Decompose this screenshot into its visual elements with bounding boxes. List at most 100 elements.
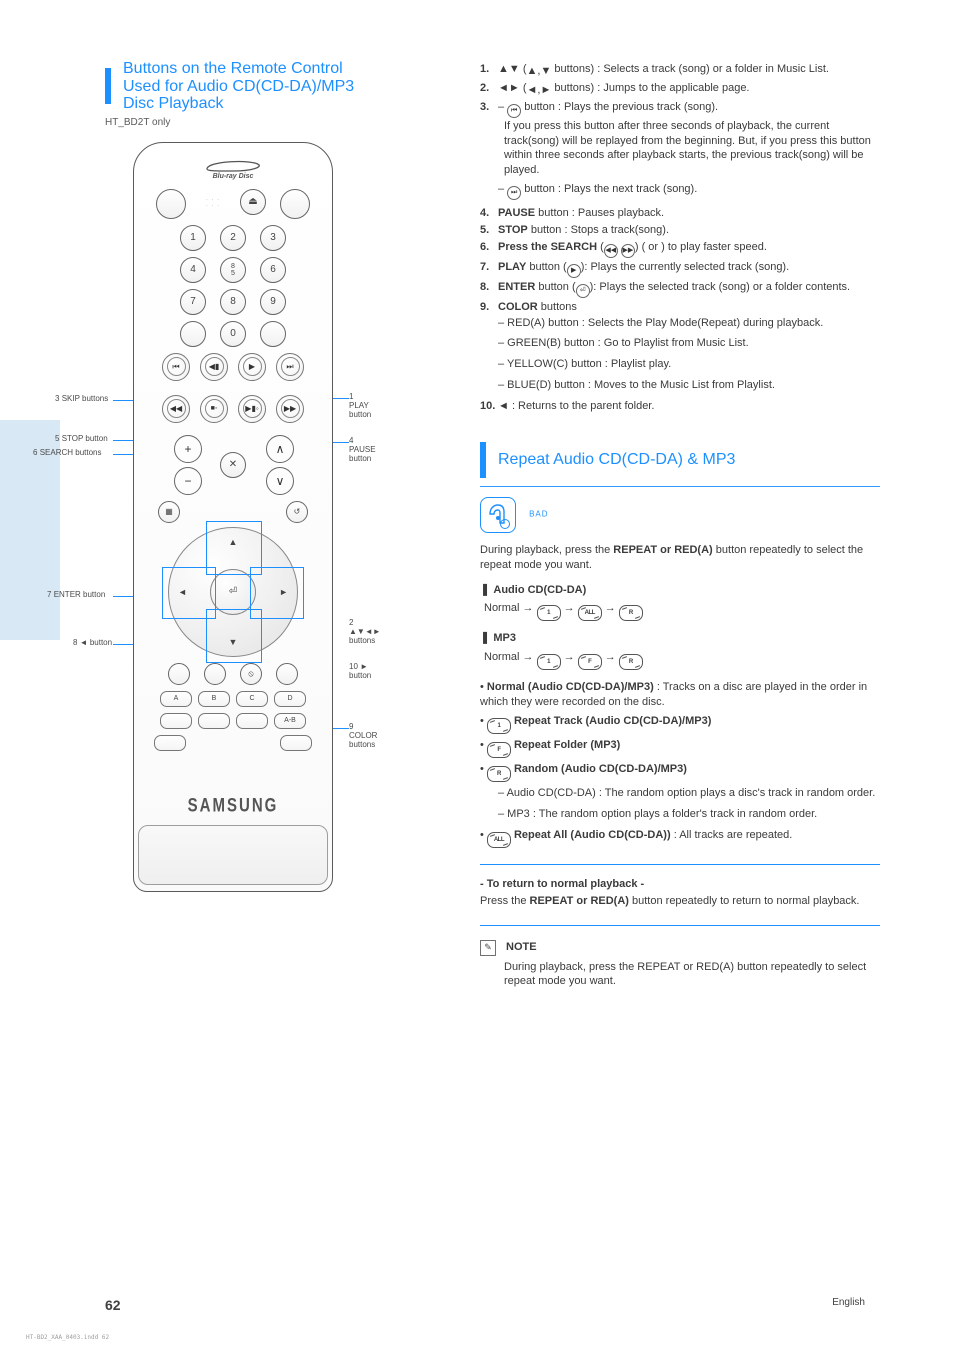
callout-stop-text: STOP button [62,434,108,443]
blue-d-button[interactable]: D [274,691,306,707]
menu-d-button[interactable] [276,663,298,685]
eject-button[interactable]: ⏏ [240,189,266,215]
keypad-6[interactable]: 6 [260,257,286,283]
vol-up-button[interactable]: + [174,435,202,463]
ch-down-button[interactable]: ∨ [266,467,294,495]
callout-play: 1 PLAY button [349,392,371,419]
corner-code: HT-BD2_XAA_0403.indd 62 [26,1334,109,1341]
extra-pill-1[interactable] [160,713,192,729]
color-button-row: A B C D [134,691,332,707]
keypad-1[interactable]: 1 [180,225,206,251]
menu-a-button[interactable] [168,663,190,685]
return-button[interactable]: ↺ [286,501,308,523]
dpad-group: ▲ ▼ ◄ ► ⏎ [168,527,298,657]
callout-color-num: 9 [349,722,353,731]
green-b-button[interactable]: B [198,691,230,707]
step9-txt: buttons [538,301,577,313]
brand-label: SAMSUNG [134,794,332,816]
step-back-button[interactable]: ◀▮ [200,353,228,381]
repeat-track-icon: 1 [537,605,561,621]
skip-prev-icon: ⏮ [507,104,521,118]
left-heading-line2: Used for Audio CD(CD-DA)/MP3 [123,78,354,95]
pause-button[interactable]: ▶▮◦ [238,395,266,423]
left-subheading: HT_BD2T only [105,117,365,128]
right-column: 1. ▲▼ (▲,▼ buttons) : Selects a track (s… [480,60,880,989]
left-column: Buttons on the Remote Control Used for A… [105,60,365,892]
step6-kw: Press the SEARCH [498,241,597,253]
callout-stop-num: 5 [55,434,59,443]
step9-green: – GREEN(B) button : Go to Playlist from … [498,336,880,351]
step1-num: 1. [480,62,498,79]
aux-button[interactable] [280,189,310,219]
extra-pill-3[interactable] [236,713,268,729]
return-line2b: button repeatedly to return to normal pl… [632,895,859,907]
blank-button-2[interactable] [260,321,286,347]
step10-num: 10. [480,399,498,414]
extra-pill-4[interactable] [154,735,186,751]
menu-c-button[interactable]: ⦸ [240,663,262,685]
extra-pill-2[interactable] [198,713,230,729]
keypad-0[interactable]: 0 [220,321,246,347]
callout-dirs: 2 ▲▼◄► buttons [349,618,381,645]
mp3-sequence: Normal → 1 → F → R [484,650,880,670]
ab-button[interactable]: A-B [274,713,306,729]
step10-kw: ◄ [498,400,509,412]
step3-btn2: button : Plays the next track (song). [521,183,697,195]
callout-dirs-num: 2 [349,618,353,627]
rep-random-cd: – Audio CD(CD-DA) : The random option pl… [498,786,880,801]
step7-kw: PLAY [498,261,526,273]
callout-skip-num: 3 [55,394,59,403]
step6-num: 6. [480,240,498,258]
ch-up-button[interactable]: ∧ [266,435,294,463]
keypad-5[interactable]: 85 [220,257,246,283]
step2-num: 2. [480,81,498,98]
remote-control: Blu-ray Disc · · ·· · · ⏏ 123 4856 789 0… [133,142,333,892]
power-button[interactable] [156,189,186,219]
left-heading-line3: Disc Playback [123,95,223,112]
step5-kw: STOP [498,224,528,236]
callout-search: 6 SEARCH buttons [33,448,102,457]
note-header: ✎ NOTE [480,940,880,956]
disc-badge [480,497,516,533]
red-a-button[interactable]: A [160,691,192,707]
menu-b-button[interactable] [204,663,226,685]
keypad-7[interactable]: 7 [180,289,206,315]
mute-button[interactable]: ✕ [220,452,246,478]
stop-button[interactable]: ■◦ [200,395,228,423]
vol-down-button[interactable]: − [174,467,202,495]
search-fwd-button[interactable]: ▶▶ [276,395,304,423]
rep-all-icon: ALL [487,832,511,848]
extra-pill-5[interactable] [280,735,312,751]
repeat-title: Repeat Audio CD(CD-DA) & MP3 [498,449,735,471]
callout-pause-text: PAUSE button [349,445,376,463]
callout-dirs-text: buttons [349,636,375,645]
step4-kw: PAUSE [498,207,535,219]
step8-tail: ): Plays the selected track (song) or a … [590,281,850,293]
rep-folder-lbl: Repeat Folder (MP3) [514,739,620,751]
keypad-9[interactable]: 9 [260,289,286,315]
callout-skip-text: SKIP buttons [62,394,109,403]
play-button[interactable]: ▶ [238,353,266,381]
page-number: 62 [105,1297,121,1313]
keypad-8[interactable]: 8 [220,289,246,315]
callout-right: 10 ► button [349,662,371,680]
skip-back-button[interactable]: ⏮ [162,353,190,381]
keypad-2[interactable]: 2 [220,225,246,251]
rep-random-icon: R [487,766,511,782]
yellow-c-button[interactable]: C [236,691,268,707]
search-back-button[interactable]: ◀◀ [162,395,190,423]
blank-button-1[interactable] [180,321,206,347]
skip-fwd-button[interactable]: ⏭ [276,353,304,381]
section-rule [480,864,880,865]
repeat-all-icon: ALL [578,605,602,621]
step9-num: 9. [480,300,498,315]
step8-kw: ENTER [498,281,535,293]
keypad-4[interactable]: 4 [180,257,206,283]
keypad-3[interactable]: 3 [260,225,286,251]
grid-button[interactable]: ▦ [158,501,180,523]
step3-btn: button : Plays the previous track (song)… [521,101,718,113]
bluray-logo: Blu-ray Disc [193,159,273,183]
callout-left: 8 ◄ button [73,638,112,647]
mp3-head-glyph: ❚ [480,630,493,644]
channel-group: ∧ ∨ [264,435,294,495]
